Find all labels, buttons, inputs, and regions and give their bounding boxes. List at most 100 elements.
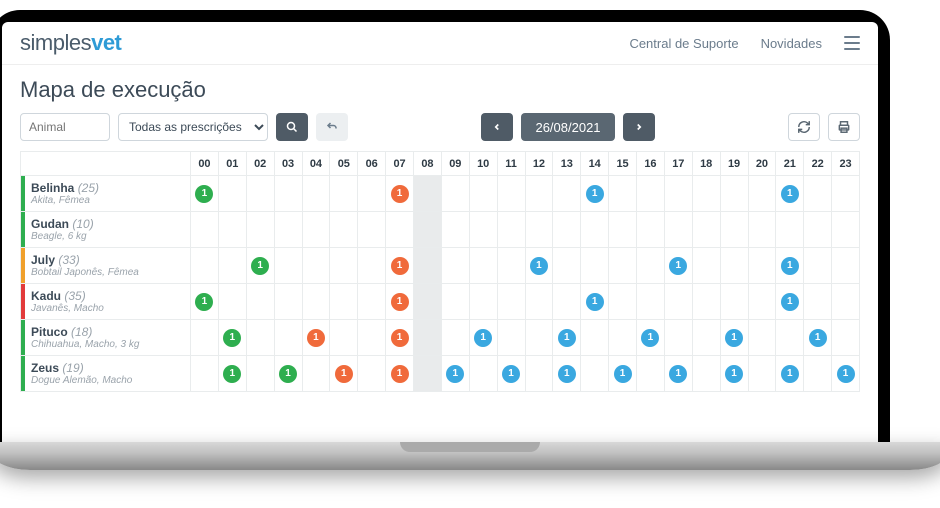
hour-cell[interactable]: [832, 284, 860, 320]
hour-cell[interactable]: [720, 212, 748, 248]
event-dot[interactable]: 1: [391, 293, 409, 311]
hour-cell[interactable]: [441, 320, 469, 356]
hour-cell[interactable]: [358, 356, 386, 392]
hour-cell[interactable]: [441, 284, 469, 320]
hour-cell[interactable]: [191, 212, 219, 248]
print-button[interactable]: [828, 113, 860, 141]
hour-cell[interactable]: [748, 212, 776, 248]
event-dot[interactable]: 1: [558, 365, 576, 383]
event-dot[interactable]: 1: [223, 329, 241, 347]
event-dot[interactable]: 1: [530, 257, 548, 275]
hour-cell[interactable]: [609, 248, 637, 284]
hour-cell[interactable]: [609, 284, 637, 320]
hour-cell[interactable]: [720, 284, 748, 320]
refresh-button[interactable]: [788, 113, 820, 141]
hour-cell[interactable]: 1: [581, 284, 609, 320]
hour-cell[interactable]: [497, 284, 525, 320]
event-dot[interactable]: 1: [614, 365, 632, 383]
hour-cell[interactable]: [302, 212, 330, 248]
hour-cell[interactable]: [469, 176, 497, 212]
hour-cell[interactable]: [609, 212, 637, 248]
hour-cell[interactable]: [804, 284, 832, 320]
hour-cell[interactable]: 1: [664, 248, 692, 284]
hour-cell[interactable]: 1: [637, 320, 665, 356]
event-dot[interactable]: 1: [279, 365, 297, 383]
hour-cell[interactable]: 1: [274, 356, 302, 392]
hour-cell[interactable]: 1: [386, 356, 414, 392]
hour-cell[interactable]: [414, 284, 442, 320]
hour-cell[interactable]: [581, 320, 609, 356]
hour-cell[interactable]: [581, 212, 609, 248]
hour-cell[interactable]: 1: [191, 176, 219, 212]
hour-cell[interactable]: [497, 320, 525, 356]
hour-cell[interactable]: [358, 176, 386, 212]
event-dot[interactable]: 1: [251, 257, 269, 275]
hour-cell[interactable]: [218, 284, 246, 320]
hour-cell[interactable]: 1: [525, 248, 553, 284]
hour-cell[interactable]: [748, 248, 776, 284]
hour-cell[interactable]: [692, 212, 720, 248]
hour-cell[interactable]: [637, 356, 665, 392]
hour-cell[interactable]: [330, 176, 358, 212]
hour-cell[interactable]: [274, 212, 302, 248]
hour-cell[interactable]: [664, 320, 692, 356]
hour-cell[interactable]: [832, 248, 860, 284]
hour-cell[interactable]: [414, 356, 442, 392]
event-dot[interactable]: 1: [391, 329, 409, 347]
hour-cell[interactable]: 1: [720, 356, 748, 392]
prescription-select[interactable]: Todas as prescrições: [118, 113, 268, 141]
event-dot[interactable]: 1: [781, 293, 799, 311]
hour-cell[interactable]: [832, 320, 860, 356]
animal-cell[interactable]: July (33)Bobtail Japonês, Fêmea: [21, 248, 191, 284]
event-dot[interactable]: 1: [391, 365, 409, 383]
hour-cell[interactable]: 1: [330, 356, 358, 392]
hour-cell[interactable]: [218, 176, 246, 212]
hour-cell[interactable]: 1: [246, 248, 274, 284]
hour-cell[interactable]: [497, 176, 525, 212]
hour-cell[interactable]: [748, 320, 776, 356]
event-dot[interactable]: 1: [195, 185, 213, 203]
hour-cell[interactable]: 1: [776, 356, 804, 392]
hour-cell[interactable]: [748, 176, 776, 212]
hour-cell[interactable]: [218, 248, 246, 284]
hour-cell[interactable]: 1: [441, 356, 469, 392]
hour-cell[interactable]: 1: [191, 284, 219, 320]
hour-cell[interactable]: [525, 320, 553, 356]
hour-cell[interactable]: [748, 284, 776, 320]
event-dot[interactable]: 1: [781, 185, 799, 203]
hour-cell[interactable]: [414, 176, 442, 212]
news-link[interactable]: Novidades: [761, 36, 822, 51]
search-button[interactable]: [276, 113, 308, 141]
event-dot[interactable]: 1: [586, 293, 604, 311]
hour-cell[interactable]: [246, 212, 274, 248]
hour-cell[interactable]: [274, 248, 302, 284]
event-dot[interactable]: 1: [474, 329, 492, 347]
hour-cell[interactable]: [330, 284, 358, 320]
hour-cell[interactable]: [804, 356, 832, 392]
hour-cell[interactable]: [553, 176, 581, 212]
hour-cell[interactable]: [274, 176, 302, 212]
event-dot[interactable]: 1: [669, 257, 687, 275]
hour-cell[interactable]: 1: [720, 320, 748, 356]
hour-cell[interactable]: 1: [832, 356, 860, 392]
hour-cell[interactable]: [358, 284, 386, 320]
hour-cell[interactable]: [692, 320, 720, 356]
hour-cell[interactable]: [692, 356, 720, 392]
hour-cell[interactable]: 1: [553, 320, 581, 356]
next-day-button[interactable]: [623, 113, 655, 141]
hour-cell[interactable]: [441, 212, 469, 248]
hour-cell[interactable]: [720, 176, 748, 212]
event-dot[interactable]: 1: [809, 329, 827, 347]
hour-cell[interactable]: [664, 212, 692, 248]
hour-cell[interactable]: [720, 248, 748, 284]
hour-cell[interactable]: [358, 248, 386, 284]
hour-cell[interactable]: [302, 176, 330, 212]
hour-cell[interactable]: [553, 284, 581, 320]
hour-cell[interactable]: [692, 248, 720, 284]
animal-input[interactable]: [20, 113, 110, 141]
hour-cell[interactable]: 1: [804, 320, 832, 356]
hour-cell[interactable]: [358, 320, 386, 356]
hour-cell[interactable]: [609, 320, 637, 356]
hour-cell[interactable]: 1: [386, 284, 414, 320]
hour-cell[interactable]: [692, 284, 720, 320]
